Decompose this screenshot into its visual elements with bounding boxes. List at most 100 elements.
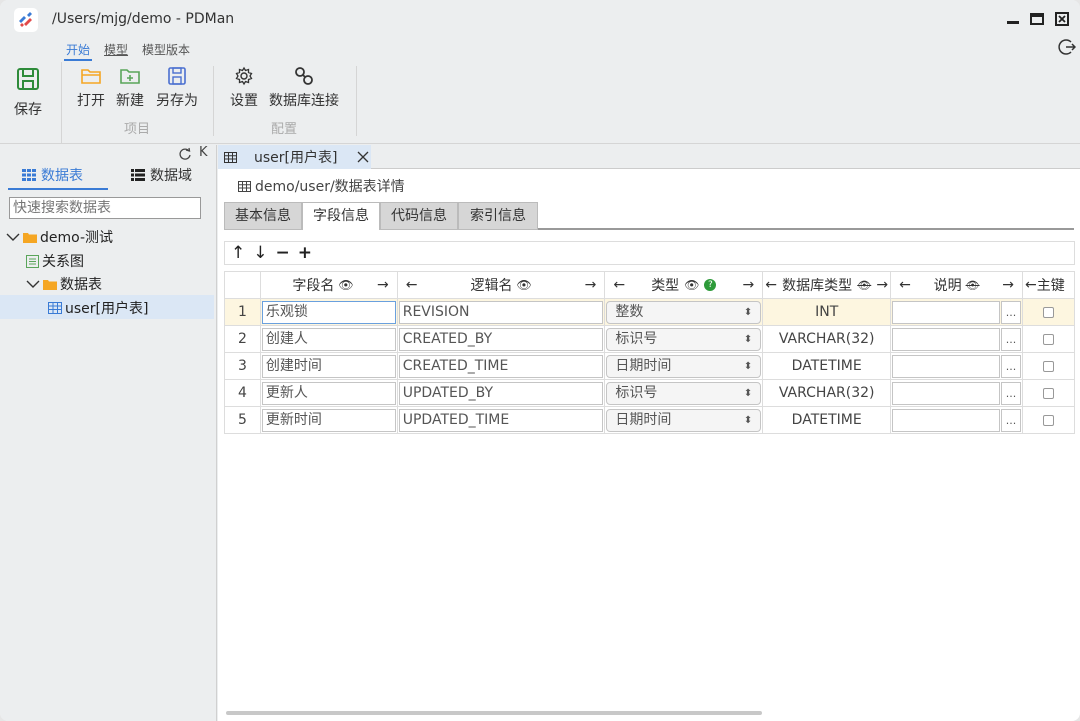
eye-icon[interactable]: 👁: [684, 278, 699, 292]
eye-off-icon[interactable]: 👁: [857, 279, 871, 292]
desc-cell[interactable]: ...: [890, 379, 1023, 407]
tab-tables[interactable]: 数据表: [22, 165, 83, 185]
tree-item-tables-folder[interactable]: 数据表: [26, 273, 102, 295]
logic-name-input[interactable]: REVISION: [398, 300, 604, 324]
tab-code-info[interactable]: 代码信息: [380, 202, 458, 230]
move-up-button[interactable]: ↑: [231, 243, 245, 263]
db-connect-button[interactable]: 数据库连接: [269, 66, 339, 110]
arrow-right-icon[interactable]: →: [377, 277, 389, 293]
type-select[interactable]: 标识号 ⬍: [606, 381, 762, 405]
tab-field-info[interactable]: 字段信息: [302, 202, 380, 230]
refresh-icon[interactable]: [178, 147, 192, 161]
pk-cell[interactable]: [1021, 298, 1076, 326]
pk-cell[interactable]: [1021, 352, 1076, 380]
tab-basic-info[interactable]: 基本信息: [224, 202, 302, 230]
settings-button[interactable]: 设置: [230, 66, 258, 110]
arrow-left-icon[interactable]: ←: [406, 277, 418, 293]
field-name-input[interactable]: 乐观锁: [261, 300, 396, 324]
pk-checkbox[interactable]: [1042, 333, 1054, 345]
save-as-button[interactable]: 另存为: [156, 66, 198, 110]
type-cell[interactable]: 标识号 ⬍: [604, 379, 764, 407]
help-icon[interactable]: ?: [704, 279, 717, 291]
pk-checkbox[interactable]: [1042, 387, 1054, 399]
close-window-button[interactable]: [1055, 12, 1069, 26]
arrow-left-icon[interactable]: ←: [765, 277, 777, 293]
open-button[interactable]: 打开: [77, 66, 105, 110]
desc-input[interactable]: [892, 408, 1000, 432]
eye-off-icon[interactable]: 👁: [966, 279, 980, 292]
new-button[interactable]: 新建: [116, 66, 144, 110]
field-name-input[interactable]: 创建时间: [261, 354, 396, 378]
save-button[interactable]: 保存: [14, 66, 42, 119]
desc-cell[interactable]: ...: [890, 406, 1023, 434]
eye-icon[interactable]: 👁: [516, 278, 531, 292]
field-name-cell[interactable]: 乐观锁: [259, 298, 398, 326]
minimize-button[interactable]: [1006, 12, 1020, 26]
tab-index-info[interactable]: 索引信息: [458, 202, 538, 230]
remove-field-button[interactable]: −: [276, 243, 290, 263]
menu-model-version[interactable]: 模型版本: [140, 41, 192, 61]
arrow-left-icon[interactable]: ←: [1025, 277, 1037, 293]
field-name-cell[interactable]: 更新人: [259, 379, 398, 407]
arrow-left-icon[interactable]: ←: [613, 277, 625, 293]
maximize-button[interactable]: [1030, 12, 1044, 26]
tree-item-user-table[interactable]: user[用户表]: [48, 297, 148, 319]
move-down-button[interactable]: ↓: [253, 243, 267, 263]
desc-cell[interactable]: ...: [890, 352, 1023, 380]
logic-name-cell[interactable]: UPDATED_TIME: [396, 406, 606, 434]
eye-icon[interactable]: 👁: [338, 278, 353, 292]
header-desc[interactable]: ← 说明 👁 →: [890, 271, 1023, 299]
field-name-input[interactable]: 创建人: [261, 327, 396, 351]
tab-user-table[interactable]: user[用户表]: [218, 145, 371, 169]
table-row[interactable]: 2 创建人 CREATED_BY 标识号 ⬍ VARCHAR(32) ...: [224, 325, 1076, 353]
header-logic-name[interactable]: ← 逻辑名 👁 →: [396, 271, 606, 299]
collapse-sidebar-button[interactable]: K: [199, 145, 208, 160]
logic-name-input[interactable]: UPDATED_BY: [398, 381, 604, 405]
logic-name-input[interactable]: CREATED_BY: [398, 327, 604, 351]
horizontal-scrollbar[interactable]: [226, 711, 762, 715]
tree-item-project[interactable]: demo-测试: [6, 226, 113, 248]
pk-cell[interactable]: [1021, 325, 1076, 353]
type-cell[interactable]: 整数 ⬍: [604, 298, 764, 326]
arrow-right-icon[interactable]: →: [585, 277, 597, 293]
desc-more-button[interactable]: ...: [1000, 300, 1021, 324]
desc-more-button[interactable]: ...: [1000, 381, 1021, 405]
exit-icon[interactable]: [1058, 38, 1076, 56]
menu-model[interactable]: 模型: [102, 41, 130, 61]
arrow-left-icon[interactable]: ←: [899, 277, 911, 293]
field-name-cell[interactable]: 创建人: [259, 325, 398, 353]
desc-more-button[interactable]: ...: [1000, 408, 1021, 432]
desc-more-button[interactable]: ...: [1000, 354, 1021, 378]
type-select[interactable]: 标识号 ⬍: [606, 327, 762, 351]
table-row[interactable]: 5 更新时间 UPDATED_TIME 日期时间 ⬍ DATETIME ...: [224, 406, 1076, 434]
logic-name-cell[interactable]: CREATED_TIME: [396, 352, 606, 380]
tree-item-relation[interactable]: 关系图: [26, 250, 84, 272]
type-cell[interactable]: 标识号 ⬍: [604, 325, 764, 353]
chevron-down-icon[interactable]: [6, 232, 20, 242]
type-select[interactable]: 日期时间 ⬍: [606, 408, 762, 432]
type-cell[interactable]: 日期时间 ⬍: [604, 406, 764, 434]
desc-input[interactable]: [892, 381, 1000, 405]
desc-more-button[interactable]: ...: [1000, 327, 1021, 351]
chevron-down-icon[interactable]: [26, 279, 40, 289]
field-name-input[interactable]: 更新人: [261, 381, 396, 405]
desc-input[interactable]: [892, 327, 1000, 351]
table-search-input[interactable]: [9, 197, 201, 219]
pk-checkbox[interactable]: [1042, 360, 1054, 372]
type-cell[interactable]: 日期时间 ⬍: [604, 352, 764, 380]
logic-name-cell[interactable]: REVISION: [396, 298, 606, 326]
arrow-right-icon[interactable]: →: [742, 277, 754, 293]
type-select[interactable]: 整数 ⬍: [606, 300, 762, 324]
header-pk[interactable]: ← 主键: [1021, 271, 1076, 299]
type-select[interactable]: 日期时间 ⬍: [606, 354, 762, 378]
desc-input[interactable]: [892, 354, 1000, 378]
desc-input[interactable]: [892, 300, 1000, 324]
logic-name-input[interactable]: CREATED_TIME: [398, 354, 604, 378]
add-field-button[interactable]: +: [298, 243, 312, 263]
field-name-cell[interactable]: 创建时间: [259, 352, 398, 380]
header-db-type[interactable]: ← 数据库类型 👁 →: [762, 271, 892, 299]
field-name-cell[interactable]: 更新时间: [259, 406, 398, 434]
field-name-input[interactable]: 更新时间: [261, 408, 396, 432]
pk-cell[interactable]: [1021, 406, 1076, 434]
desc-cell[interactable]: ...: [890, 298, 1023, 326]
